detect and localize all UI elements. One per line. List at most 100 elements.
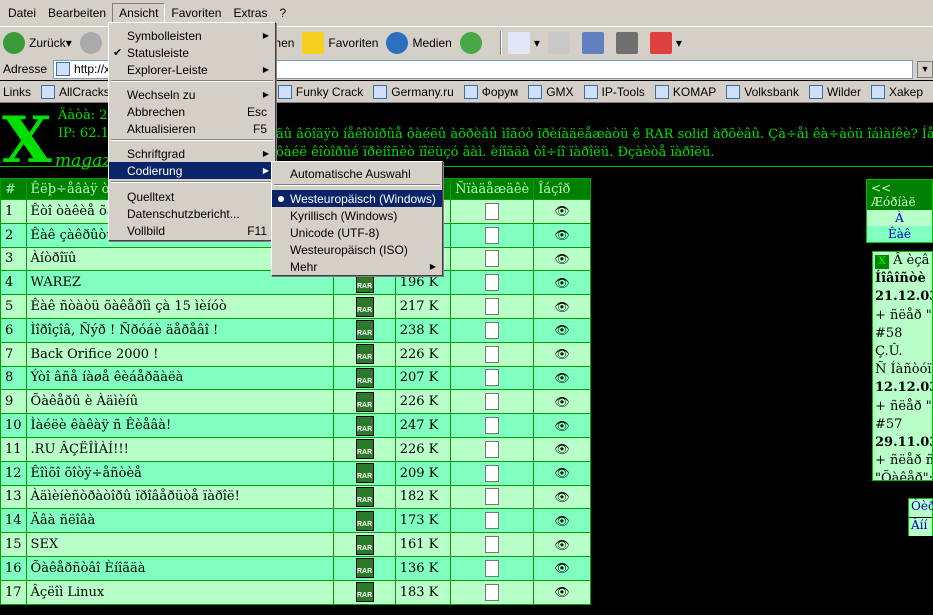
sidebar-link[interactable]: Àíí bbox=[909, 518, 932, 536]
row-title[interactable]: Âçëîì Linux bbox=[25, 579, 335, 605]
document-icon[interactable] bbox=[485, 583, 500, 601]
document-icon[interactable] bbox=[485, 202, 500, 220]
document-icon[interactable] bbox=[485, 369, 500, 387]
menu-item-symbolleisten[interactable]: Symbolleisten ▶ bbox=[109, 27, 275, 44]
encoding-item-westeurop-isch-windows[interactable]: Westeuropäisch (Windows) bbox=[272, 190, 442, 207]
encoding-item-kyrillisch-windows[interactable]: Kyrillisch (Windows) bbox=[272, 207, 442, 224]
menu-item-vollbild[interactable]: Vollbild F11 bbox=[109, 222, 275, 239]
rar-icon[interactable]: RAR bbox=[355, 582, 374, 603]
rar-icon[interactable]: RAR bbox=[355, 296, 374, 317]
menu-item-datenschutzbericht[interactable]: Datenschutzbericht... bbox=[109, 205, 275, 222]
eye-icon[interactable]: 👁 bbox=[538, 419, 586, 433]
rar-icon[interactable]: RAR bbox=[355, 320, 374, 341]
menu-bearbeiten[interactable]: Bearbeiten bbox=[42, 4, 112, 22]
mail-button[interactable]: ▾ bbox=[507, 31, 540, 54]
link-item[interactable]: AllCracks bbox=[41, 84, 110, 99]
address-dropdown-button[interactable]: ▼ bbox=[917, 60, 933, 78]
rar-icon[interactable]: RAR bbox=[355, 486, 374, 507]
site-logo[interactable]: X bbox=[2, 108, 62, 174]
row-title[interactable]: Õàêåðñòâî Èíîãäà bbox=[25, 555, 335, 581]
rar-icon[interactable]: RAR bbox=[355, 558, 374, 579]
link-item[interactable]: Funky Crack bbox=[277, 84, 363, 99]
document-icon[interactable] bbox=[485, 321, 500, 339]
row-title[interactable]: Back Orifice 2000 ! bbox=[25, 341, 335, 367]
document-icon[interactable] bbox=[485, 274, 500, 292]
eye-icon[interactable]: 👁 bbox=[538, 514, 586, 528]
document-icon[interactable] bbox=[485, 464, 500, 482]
rar-icon[interactable]: RAR bbox=[355, 367, 374, 388]
menu-datei[interactable]: Datei bbox=[2, 4, 42, 22]
eye-icon[interactable]: 👁 bbox=[538, 323, 586, 337]
link-item[interactable]: GMX bbox=[528, 84, 574, 99]
print-button[interactable] bbox=[547, 31, 574, 54]
link-item[interactable]: Germany.ru bbox=[373, 84, 454, 99]
menu-item-statusleiste[interactable]: Statusleiste ✔ bbox=[109, 44, 275, 61]
rar-icon[interactable]: RAR bbox=[355, 391, 374, 412]
encoding-item-westeurop-isch-iso[interactable]: Westeuropäisch (ISO) bbox=[272, 241, 442, 258]
document-icon[interactable] bbox=[485, 512, 500, 530]
document-icon[interactable] bbox=[485, 417, 500, 435]
row-title[interactable]: Àäìèíèñòðàòîðû ïðîâåðüòå ïàðîë! bbox=[25, 484, 335, 510]
rar-icon[interactable]: RAR bbox=[355, 439, 374, 460]
eye-icon[interactable]: 👁 bbox=[538, 371, 586, 385]
row-title[interactable]: SEX bbox=[25, 532, 335, 557]
eye-icon[interactable]: 👁 bbox=[538, 490, 586, 504]
menu-item-abbrechen[interactable]: Abbrechen Esc bbox=[109, 103, 275, 120]
link-item[interactable]: KOMAP bbox=[654, 84, 716, 99]
eye-icon[interactable]: 👁 bbox=[538, 228, 586, 242]
encoding-item-unicode-utf-8[interactable]: Unicode (UTF-8) bbox=[272, 224, 442, 241]
eye-icon[interactable]: 👁 bbox=[538, 347, 586, 361]
eye-icon[interactable]: 👁 bbox=[538, 204, 586, 218]
document-icon[interactable] bbox=[485, 488, 500, 506]
eye-icon[interactable]: 👁 bbox=[538, 300, 586, 314]
menu-extras[interactable]: Extras bbox=[227, 4, 273, 22]
row-title[interactable]: Ìàéëè êàêàÿ ñ Êèåâà! bbox=[25, 413, 335, 438]
menu-item-explorer-leiste[interactable]: Explorer-Leiste ▶ bbox=[109, 61, 275, 78]
edit-button[interactable] bbox=[581, 31, 608, 54]
row-title[interactable]: .RU ÂÇËÎÌÀÍ!!! bbox=[25, 436, 335, 462]
menu-help[interactable]: ? bbox=[273, 4, 292, 22]
rar-icon[interactable]: RAR bbox=[355, 534, 374, 555]
document-icon[interactable] bbox=[485, 226, 500, 244]
link-item[interactable]: Форум bbox=[463, 84, 518, 99]
document-icon[interactable] bbox=[485, 440, 500, 458]
sidebar-journal-header[interactable]: << Æóðíàë bbox=[867, 180, 932, 210]
forward-button[interactable] bbox=[79, 31, 106, 54]
menu-item-wechseln-zu[interactable]: Wechseln zu ▶ bbox=[109, 86, 275, 103]
menu-item-quelltext[interactable]: Quelltext bbox=[109, 188, 275, 205]
rar-icon[interactable]: RAR bbox=[355, 344, 374, 365]
eye-icon[interactable]: 👁 bbox=[538, 585, 586, 599]
row-title[interactable]: Êàê ñòàòü õàêåðîì çà 15 ìèíóò bbox=[25, 294, 335, 319]
sidebar-journal-item[interactable]: Êàê bbox=[867, 226, 932, 242]
sidebar-journal-item[interactable]: À bbox=[867, 210, 932, 226]
eye-icon[interactable]: 👁 bbox=[538, 466, 586, 480]
link-item[interactable]: Wilder bbox=[808, 84, 861, 99]
document-icon[interactable] bbox=[485, 298, 500, 316]
document-icon[interactable] bbox=[485, 250, 500, 268]
row-title[interactable]: Ýòî âñå íàøå êèáåðãàëà bbox=[25, 365, 335, 391]
document-icon[interactable] bbox=[485, 536, 500, 554]
menu-ansicht[interactable]: Ansicht bbox=[112, 3, 166, 23]
link-item[interactable]: IP-Tools bbox=[583, 84, 645, 99]
sidebar-link[interactable]: Òèð bbox=[909, 499, 933, 517]
link-item[interactable]: Xakep bbox=[870, 84, 923, 99]
history-button[interactable] bbox=[459, 31, 486, 54]
translate-button[interactable]: ▾ bbox=[649, 31, 682, 54]
row-title[interactable]: Õàêåðû è Àäìèíû bbox=[25, 389, 335, 415]
eye-icon[interactable]: 👁 bbox=[538, 442, 586, 456]
menu-item-schriftgrad[interactable]: Schriftgrad ▶ bbox=[109, 145, 275, 162]
document-icon[interactable] bbox=[485, 393, 500, 411]
back-button[interactable]: Zurück ▾ bbox=[3, 31, 72, 54]
eye-icon[interactable]: 👁 bbox=[538, 538, 586, 552]
eye-icon[interactable]: 👁 bbox=[538, 561, 586, 575]
menu-favoriten[interactable]: Favoriten bbox=[165, 4, 227, 22]
row-title[interactable]: Ìîðîçîâ, Ñýð ! Ñðóáè äåðåâî ! bbox=[25, 317, 335, 343]
menu-item-codierung[interactable]: Codierung ▶ bbox=[109, 162, 275, 179]
discuss-button[interactable] bbox=[615, 31, 642, 54]
rar-icon[interactable]: RAR bbox=[355, 415, 374, 436]
eye-icon[interactable]: 👁 bbox=[538, 395, 586, 409]
rar-icon[interactable]: RAR bbox=[355, 510, 374, 531]
row-title[interactable]: Äâà ñëîâà bbox=[25, 508, 335, 534]
rar-icon[interactable]: RAR bbox=[355, 463, 374, 484]
row-title[interactable]: Êîìõî õîòÿ÷åñòèå bbox=[25, 460, 335, 486]
